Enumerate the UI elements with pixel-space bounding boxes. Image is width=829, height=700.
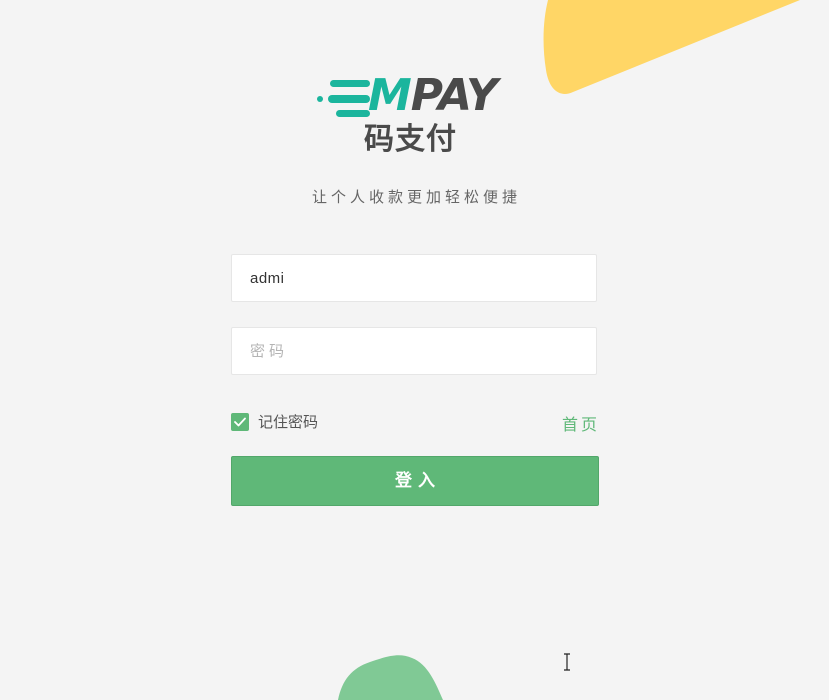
username-field[interactable] (231, 254, 597, 302)
logo-chinese-name: 码支付 (364, 122, 457, 157)
password-input[interactable] (232, 328, 596, 374)
remember-password-label: 记住密码 (258, 413, 319, 431)
logo-wordmark-pay: PAY (410, 70, 498, 121)
home-link[interactable]: 首页 (562, 411, 600, 435)
login-page: MPAY 码支付 让个人收款更加轻松便捷 记住密码 首页 登入 (0, 0, 829, 700)
slogan: 让个人收款更加轻松便捷 (311, 188, 521, 206)
speed-lines-icon (317, 80, 370, 117)
logo-wordmark: MPAY (368, 70, 498, 121)
text-cursor-icon (564, 653, 570, 671)
logo-wordmark-m: M (368, 70, 412, 121)
check-icon (234, 417, 246, 426)
checkbox-box[interactable] (231, 412, 249, 431)
decorative-green-blob (338, 655, 443, 700)
password-field[interactable] (231, 327, 597, 375)
login-button[interactable]: 登入 (231, 456, 599, 506)
username-input[interactable] (232, 255, 596, 301)
remember-password-checkbox[interactable]: 记住密码 (231, 411, 318, 432)
mpay-logo: MPAY 码支付 (316, 72, 516, 162)
